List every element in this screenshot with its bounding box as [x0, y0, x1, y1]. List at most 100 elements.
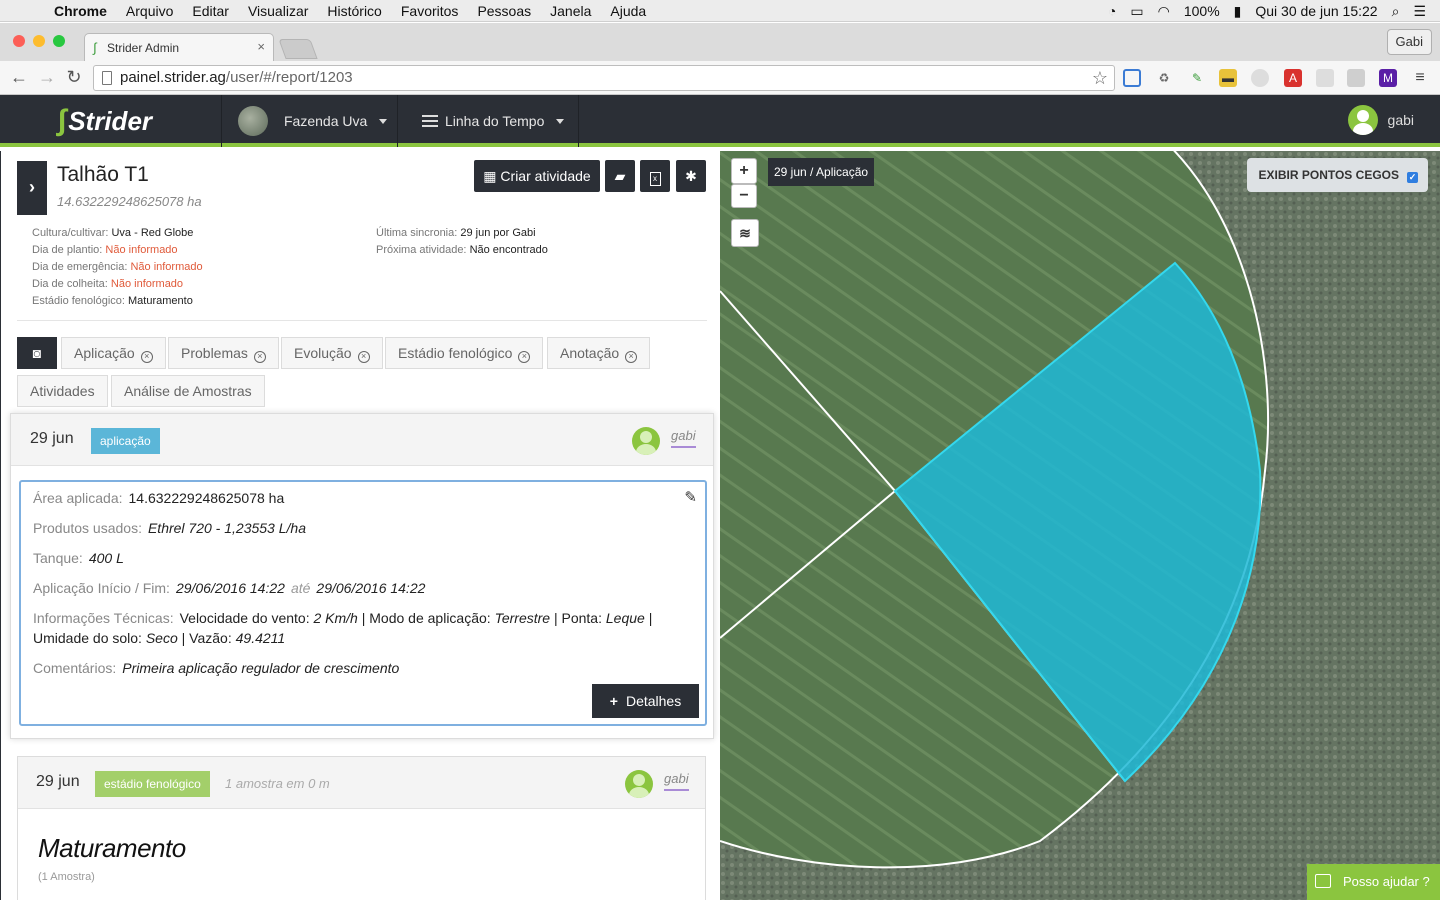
- menu-ajuda[interactable]: Ajuda: [610, 3, 646, 19]
- farm-selector[interactable]: Fazenda Uva: [222, 95, 397, 147]
- plot-title: Talhão T1: [57, 163, 149, 186]
- create-activity-button[interactable]: ▦ Criar atividade: [474, 160, 600, 192]
- event-user-name[interactable]: gabi: [664, 771, 689, 791]
- browser-toolbar: ← → ↻ painel.strider.ag/user/#/report/12…: [0, 61, 1440, 95]
- menu-favoritos[interactable]: Favoritos: [401, 3, 459, 19]
- filter-anotacao[interactable]: Anotação ×: [547, 337, 651, 369]
- excel-export-button[interactable]: x: [640, 160, 670, 192]
- event-date: 29 jun: [36, 773, 80, 790]
- status-clock-icon[interactable]: ◔: [1108, 3, 1116, 19]
- settings-button[interactable]: ✱: [676, 160, 706, 192]
- section-divider: [17, 320, 707, 321]
- clock[interactable]: Qui 30 de jun 15:22: [1255, 3, 1377, 19]
- plot-area: 14.632229248625078 ha: [57, 194, 202, 209]
- angular-extension-icon[interactable]: A: [1284, 69, 1302, 87]
- filter-all-button[interactable]: ◙: [17, 337, 57, 369]
- menu-visualizar[interactable]: Visualizar: [248, 3, 308, 19]
- remove-filter-icon[interactable]: ×: [357, 351, 370, 363]
- layers-icon[interactable]: ≋: [731, 219, 759, 247]
- eyedropper-extension-icon[interactable]: ✎: [1188, 69, 1206, 87]
- menu-app[interactable]: Chrome: [54, 3, 107, 19]
- strider-logo[interactable]: ∫ Strider: [58, 103, 152, 139]
- profile-button[interactable]: Gabi: [1386, 29, 1432, 55]
- remove-filter-icon[interactable]: ×: [625, 351, 638, 363]
- filter-ring-icon: ◙: [32, 345, 42, 361]
- report-panel: › Talhão T1 14.632229248625078 ha ▦ Cria…: [0, 151, 720, 900]
- row-period: Aplicação Início / Fim: 29/06/2016 14:22 a…: [33, 580, 426, 596]
- user-menu[interactable]: gabi: [1347, 105, 1414, 135]
- window-zoom-button[interactable]: [53, 35, 65, 47]
- battery-percent: 100%: [1183, 3, 1220, 19]
- url-host: painel.strider.ag: [120, 69, 226, 86]
- book-button[interactable]: ▰: [605, 160, 635, 192]
- back-arrow-icon[interactable]: ←: [9, 67, 29, 88]
- airplay-icon[interactable]: ▭: [1130, 3, 1143, 20]
- filter-estadio[interactable]: Estádio fenológico ×: [385, 337, 544, 369]
- edit-pencil-icon[interactable]: ✎: [684, 488, 697, 506]
- view-selector[interactable]: Linha do Tempo: [398, 95, 578, 147]
- expand-panel-button[interactable]: ›: [17, 161, 47, 215]
- row-area: Área aplicada: 14.632229248625078 ha: [33, 490, 285, 506]
- filter-analise-amostras[interactable]: Análise de Amostras: [111, 375, 265, 407]
- details-label: Detalhes: [625, 693, 682, 709]
- farm-name: Fazenda Uva: [284, 113, 368, 129]
- new-tab-button[interactable]: [278, 39, 318, 59]
- phenology-stage: Maturamento: [38, 833, 186, 863]
- browser-tabstrip: ∫ Strider Admin × Gabi: [0, 23, 1440, 61]
- bookmark-star-icon[interactable]: ☆: [1092, 66, 1108, 90]
- checkbox-checked-icon[interactable]: ✓: [1407, 172, 1418, 183]
- menu-arquivo[interactable]: Arquivo: [126, 3, 173, 19]
- remove-filter-icon[interactable]: ×: [140, 351, 153, 363]
- wifi-icon[interactable]: ◠: [1158, 3, 1170, 20]
- battery-icon[interactable]: ▮: [1234, 3, 1242, 20]
- cast-extension-icon[interactable]: [1123, 69, 1141, 87]
- timeline-event-phenology[interactable]: 29 jun estádio fenológico 1 amostra em 0…: [17, 756, 706, 900]
- zoom-out-button[interactable]: −: [731, 184, 757, 208]
- event-user-avatar: [632, 427, 660, 455]
- filter-atividades[interactable]: Atividades: [17, 375, 108, 407]
- menu-historico[interactable]: Histórico: [327, 3, 381, 19]
- event-type-badge: estádio fenológico: [95, 771, 210, 797]
- window-minimize-button[interactable]: [33, 35, 45, 47]
- event-header: 29 jun estádio fenológico 1 amostra em 0…: [18, 757, 705, 809]
- row-technical: Informações Técnicas: Velocidade do vento…: [33, 610, 653, 646]
- spotlight-icon[interactable]: ⌕: [1392, 3, 1400, 20]
- sample-count: (1 Amostra): [38, 871, 95, 883]
- blind-spots-toggle[interactable]: EXIBIR PONTOS CEGOS ✓: [1246, 158, 1428, 192]
- url-path: /user/#/report/1203: [225, 69, 353, 86]
- menu-pessoas[interactable]: Pessoas: [477, 3, 531, 19]
- event-user-name[interactable]: gabi: [671, 428, 696, 448]
- cloud-extension-icon[interactable]: [1316, 69, 1334, 87]
- address-bar[interactable]: painel.strider.ag/user/#/report/1203 ☆: [93, 65, 1115, 91]
- remove-filter-icon[interactable]: ×: [518, 351, 531, 363]
- gray-extension-icon[interactable]: [1251, 69, 1269, 87]
- help-chat-button[interactable]: Posso ajudar ?: [1307, 864, 1440, 900]
- chrome-menu-icon[interactable]: ≡: [1411, 69, 1429, 87]
- tab-title: Strider Admin: [107, 40, 180, 55]
- m-extension-icon[interactable]: M: [1379, 69, 1397, 87]
- info-crop: Cultura/cultivar: Uva - Red Globe: [32, 227, 194, 239]
- recycle-extension-icon[interactable]: ♻: [1155, 69, 1173, 87]
- filter-aplicacao[interactable]: Aplicação ×: [61, 337, 166, 369]
- remove-filter-icon[interactable]: ×: [253, 351, 266, 363]
- filter-evolucao[interactable]: Evolução ×: [281, 337, 383, 369]
- window-close-button[interactable]: [13, 35, 25, 47]
- menu-janela[interactable]: Janela: [550, 3, 591, 19]
- details-button[interactable]: + Detalhes: [592, 684, 699, 718]
- view-name: Linha do Tempo: [445, 113, 545, 129]
- info-emergence: Dia de emergência: Não informado: [32, 261, 203, 273]
- filter-problemas[interactable]: Problemas ×: [168, 337, 279, 369]
- menu-editar[interactable]: Editar: [192, 3, 229, 19]
- ruler-extension-icon[interactable]: ▬: [1219, 69, 1237, 87]
- reload-icon[interactable]: ↻: [64, 67, 84, 88]
- forward-arrow-icon[interactable]: →: [37, 67, 57, 88]
- notification-center-icon[interactable]: ☰: [1413, 3, 1426, 20]
- tab-close-icon[interactable]: ×: [257, 39, 265, 54]
- timeline-event-application[interactable]: 29 jun aplicação gabi ✎ Área aplicada: 14…: [10, 413, 714, 739]
- list-icon: [422, 115, 438, 127]
- create-activity-label: Criar atividade: [500, 168, 591, 184]
- map-view[interactable]: + − ≋ 29 jun / Aplicação EXIBIR PONTOS C…: [720, 151, 1440, 900]
- browser-tab[interactable]: ∫ Strider Admin ×: [84, 33, 274, 61]
- puzzle-extension-icon[interactable]: [1347, 69, 1365, 87]
- zoom-in-button[interactable]: +: [731, 158, 757, 184]
